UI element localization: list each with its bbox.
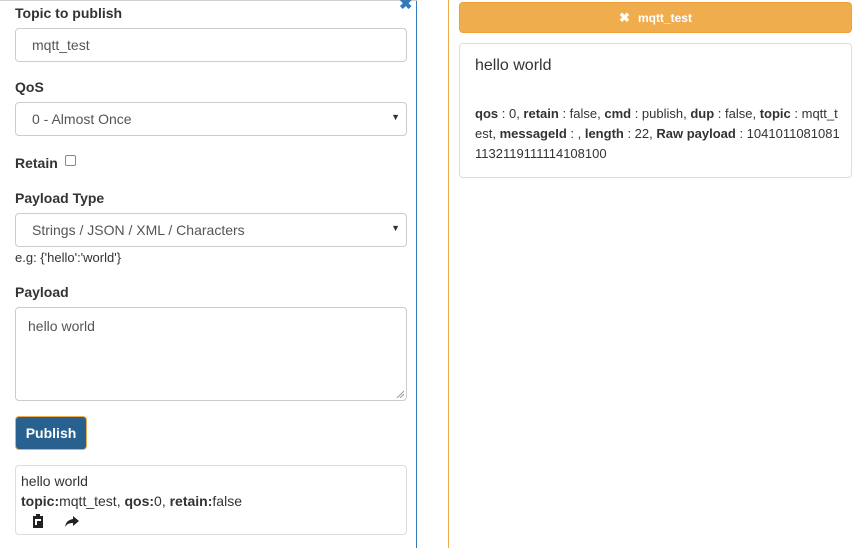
- history-retain-val: false: [212, 493, 242, 509]
- meta-messageid-val: : ,: [566, 126, 585, 141]
- history-topic-key: topic:: [21, 493, 60, 509]
- meta-qos-val: : 0,: [498, 106, 524, 121]
- payload-hint: e.g: {'hello':'world'}: [15, 250, 122, 265]
- payload-type-select[interactable]: Strings / JSON / XML / Characters ▼: [15, 213, 407, 247]
- received-message-card: hello world qos : 0, retain : false, cmd…: [459, 43, 852, 178]
- history-qos-key: qos:: [124, 493, 155, 509]
- share-arrow-icon[interactable]: [64, 513, 80, 529]
- meta-retain-val: : false,: [558, 106, 605, 121]
- topic-input[interactable]: mqtt_test: [15, 28, 407, 62]
- history-qos-val: 0,: [154, 493, 170, 509]
- meta-length-key: length: [584, 126, 624, 141]
- publish-panel: ✖ Topic to publish mqtt_test QoS 0 - Alm…: [0, 0, 417, 548]
- meta-qos-key: qos: [475, 106, 499, 121]
- resize-handle-icon[interactable]: [396, 390, 404, 398]
- column-divider: [448, 0, 449, 548]
- close-icon[interactable]: ✖: [399, 0, 412, 14]
- meta-length-val: : 22,: [623, 126, 657, 141]
- meta-dup-key: dup: [690, 106, 715, 121]
- panel-top-divider: [0, 0, 417, 1]
- qos-label: QoS: [15, 79, 44, 95]
- received-payload: hello world: [475, 57, 552, 74]
- subscription-topic-button[interactable]: ✖ mqtt_test: [459, 2, 852, 33]
- meta-cmd-val: : publish,: [631, 106, 691, 121]
- published-message-item: hello world topic:mqtt_test, qos:0, reta…: [15, 465, 407, 535]
- retain-label: Retain: [15, 155, 58, 171]
- history-actions: [30, 512, 94, 529]
- qos-select[interactable]: 0 - Almost Once ▼: [15, 102, 407, 136]
- publish-button[interactable]: Publish: [15, 416, 87, 450]
- retain-checkbox[interactable]: [65, 155, 76, 166]
- history-topic-val: mqtt_test,: [59, 493, 125, 509]
- dropdown-arrow-icon: ▼: [391, 223, 400, 233]
- payload-textarea[interactable]: hello world: [15, 307, 407, 401]
- history-meta: topic:mqtt_test, qos:0, retain:false: [21, 493, 242, 509]
- meta-cmd-key: cmd: [604, 106, 632, 121]
- dropdown-arrow-icon: ▼: [391, 112, 400, 122]
- meta-retain-key: retain: [523, 106, 559, 121]
- meta-messageid-key: messageId: [499, 126, 567, 141]
- payload-type-selected-value: Strings / JSON / XML / Characters: [32, 222, 245, 238]
- payload-textarea-value: hello world: [28, 318, 95, 334]
- history-payload: hello world: [21, 473, 88, 489]
- clipboard-icon[interactable]: [30, 513, 46, 529]
- payload-label: Payload: [15, 284, 69, 300]
- history-retain-key: retain:: [169, 493, 213, 509]
- topic-input-value: mqtt_test: [32, 37, 90, 53]
- meta-topic-key: topic: [759, 106, 791, 121]
- meta-raw-key: Raw payload: [656, 126, 736, 141]
- topic-label: Topic to publish: [15, 5, 123, 21]
- close-icon[interactable]: ✖: [619, 10, 630, 25]
- received-message-meta: qos : 0, retain : false, cmd : publish, …: [475, 104, 840, 164]
- payload-type-label: Payload Type: [15, 190, 105, 206]
- qos-selected-value: 0 - Almost Once: [32, 111, 132, 127]
- subscription-topic-label: mqtt_test: [637, 11, 692, 25]
- meta-dup-val: : false,: [714, 106, 760, 121]
